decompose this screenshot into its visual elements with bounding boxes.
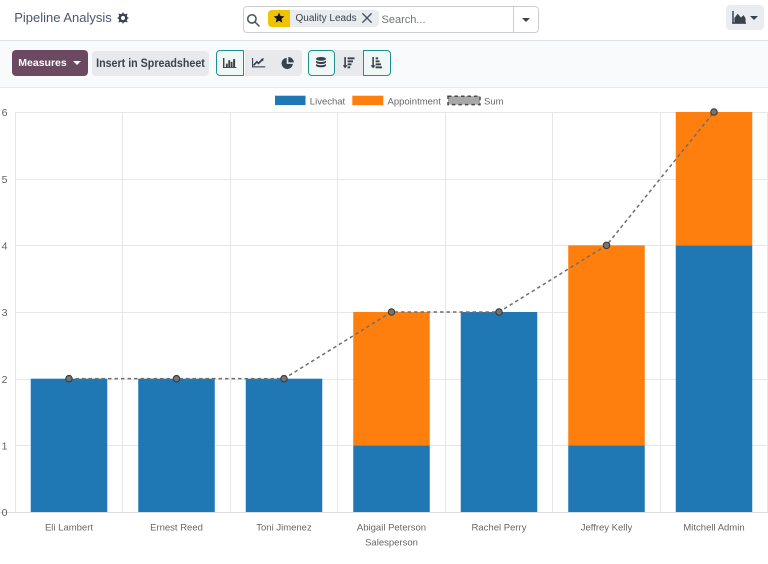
svg-text:Abigail Peterson: Abigail Peterson (357, 523, 426, 534)
svg-text:Toni Jimenez: Toni Jimenez (256, 523, 312, 534)
svg-text:3: 3 (2, 307, 8, 319)
svg-text:Rachel Perry: Rachel Perry (472, 523, 527, 534)
svg-text:1: 1 (2, 441, 8, 453)
svg-text:Eli Lambert: Eli Lambert (45, 523, 93, 534)
svg-text:5: 5 (2, 174, 8, 186)
svg-text:Livechat: Livechat (310, 96, 346, 107)
svg-text:2: 2 (2, 374, 8, 386)
svg-text:Sum: Sum (484, 96, 504, 107)
svg-text:Jeffrey Kelly: Jeffrey Kelly (581, 523, 633, 534)
svg-text:Appointment: Appointment (388, 96, 442, 107)
svg-text:Ernest Reed: Ernest Reed (150, 523, 203, 534)
svg-text:6: 6 (2, 107, 8, 119)
svg-text:4: 4 (2, 241, 8, 253)
svg-text:Mitchell Admin: Mitchell Admin (683, 523, 744, 534)
svg-text:0: 0 (2, 507, 8, 519)
svg-text:Salesperson: Salesperson (365, 538, 418, 549)
